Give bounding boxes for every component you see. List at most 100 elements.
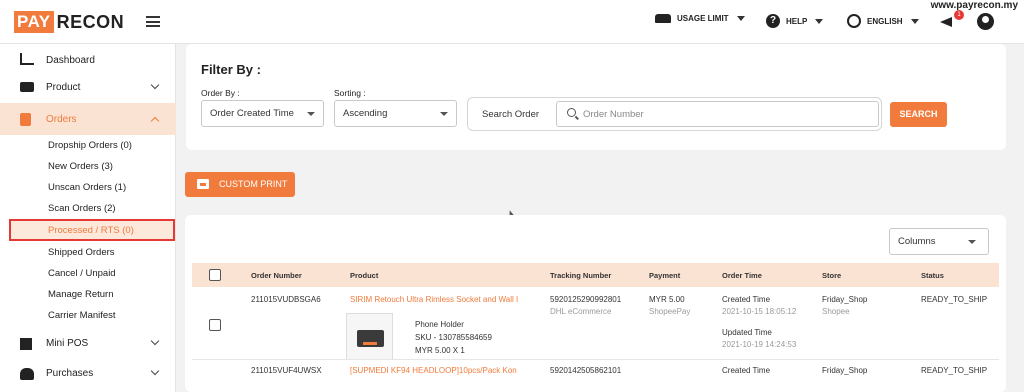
select-all-checkbox[interactable] <box>209 269 221 281</box>
col-order-number[interactable]: Order Number <box>251 271 302 280</box>
help-icon: ? <box>766 14 780 28</box>
caret-down-icon <box>307 112 315 116</box>
col-product[interactable]: Product <box>350 271 378 280</box>
product-title-link[interactable]: SIRIM Retouch Ultra Rimless Socket and W… <box>350 295 518 304</box>
sorting-select[interactable]: Ascending <box>334 100 457 127</box>
col-payment[interactable]: Payment <box>649 271 680 280</box>
sidebar-item-label: Mini POS <box>46 337 89 349</box>
product-thumbnail <box>346 313 393 360</box>
sidebar-item-product[interactable]: Product <box>0 71 176 103</box>
col-order-time[interactable]: Order Time <box>722 271 762 280</box>
sidebar-sub-carrier-manifest[interactable]: Carrier Manifest <box>48 310 116 321</box>
filter-panel: Filter By : Order By : Order Created Tim… <box>186 44 1006 150</box>
updated-time-label: Updated Time <box>722 328 772 337</box>
language-menu[interactable]: ENGLISH <box>847 14 919 28</box>
updated-time: 2021-10-19 14:24:53 <box>722 340 797 349</box>
usage-limit-menu[interactable]: USAGE LIMIT <box>655 14 745 23</box>
menu-toggle-icon[interactable] <box>146 16 160 27</box>
col-tracking-number[interactable]: Tracking Number <box>550 271 611 280</box>
custom-print-button[interactable]: CUSTOM PRINT <box>185 172 295 197</box>
order-by-select[interactable]: Order Created Time <box>201 100 324 127</box>
search-placeholder: Order Number <box>583 109 644 120</box>
search-icon <box>567 108 576 117</box>
sidebar-item-purchases[interactable]: Purchases <box>0 357 176 389</box>
columns-label: Columns <box>898 236 936 247</box>
order-number[interactable]: 211015VUDBSGA6 <box>251 295 321 304</box>
megaphone-icon <box>940 17 952 27</box>
globe-icon <box>847 14 861 28</box>
speedometer-icon <box>655 14 671 23</box>
logo-recon: RECON <box>56 11 125 32</box>
product-title-link[interactable]: [SUPMEDI KF94 HEADLOOP]10pcs/Pack Kon <box>350 366 517 375</box>
caret-down-icon <box>736 16 745 21</box>
table-header: Order Number Product Tracking Number Pay… <box>192 263 999 287</box>
created-time-label: Created Time <box>722 366 771 375</box>
product-name: Phone Holder <box>415 320 464 329</box>
product-price-qty: MYR 5.00 X 1 <box>415 346 465 355</box>
payment-amount: MYR 5.00 <box>649 295 685 304</box>
sidebar-sub-dropship-orders[interactable]: Dropship Orders (0) <box>48 140 132 151</box>
sidebar-sub-shipped-orders[interactable]: Shipped Orders <box>48 247 115 258</box>
order-number-search-input[interactable]: Order Number <box>556 101 879 127</box>
tracking-number[interactable]: 5920142505862101 <box>550 366 621 375</box>
sidebar-item-orders[interactable]: Orders <box>0 103 176 135</box>
store-name: Friday_Shop <box>822 295 868 304</box>
payrecon-logo[interactable]: PAY RECON <box>14 11 124 33</box>
store-platform: Shopee <box>822 307 850 316</box>
logo-pay: PAY <box>14 11 54 33</box>
printer-icon <box>197 179 209 189</box>
order-by-value: Order Created Time <box>210 108 294 119</box>
row-checkbox[interactable] <box>209 319 221 331</box>
order-number[interactable]: 211015VUF4UWSX <box>251 366 322 375</box>
chevron-down-icon <box>150 366 160 376</box>
created-time: 2021-10-15 18:05:12 <box>722 307 797 316</box>
col-status[interactable]: Status <box>921 271 944 280</box>
cash-register-icon <box>20 338 32 350</box>
payment-method: ShopeePay <box>649 307 691 316</box>
order-status: READY_TO_SHIP <box>921 366 988 375</box>
sidebar-sub-manage-return[interactable]: Manage Return <box>48 289 113 300</box>
order-status: READY_TO_SHIP <box>921 295 988 304</box>
box-icon <box>20 82 34 92</box>
columns-select[interactable]: Columns <box>889 228 989 255</box>
search-button[interactable]: SEARCH <box>890 102 947 127</box>
sorting-label: Sorting : <box>334 88 366 98</box>
search-order-label: Search Order <box>482 109 540 120</box>
sidebar-sub-cancel-unpaid[interactable]: Cancel / Unpaid <box>48 268 116 279</box>
chevron-down-icon <box>150 336 160 346</box>
sidebar-item-mini-pos[interactable]: Mini POS <box>0 327 176 359</box>
order-by-label: Order By : <box>201 88 240 98</box>
chevron-up-icon <box>150 116 160 126</box>
sidebar-item-label: Product <box>46 81 81 93</box>
sidebar-item-label: Purchases <box>46 367 94 379</box>
usage-limit-label: USAGE LIMIT <box>677 14 729 23</box>
caret-down-icon <box>910 18 919 24</box>
custom-print-label: CUSTOM PRINT <box>219 179 288 189</box>
col-store[interactable]: Store <box>822 271 841 280</box>
product-sku: SKU - 130785584659 <box>415 333 492 342</box>
user-account-icon[interactable] <box>977 13 994 30</box>
sidebar-sub-scan-orders[interactable]: Scan Orders (2) <box>48 203 116 214</box>
orders-table-panel: Columns Order Number Product Tracking Nu… <box>185 215 1006 392</box>
chevron-down-icon <box>150 80 160 90</box>
sidebar-sub-processed-rts[interactable]: Processed / RTS (0) <box>48 225 134 236</box>
caret-down-icon <box>440 112 448 116</box>
row-divider <box>192 359 999 360</box>
chart-line-icon <box>20 53 34 65</box>
store-name: Friday_Shop <box>822 366 868 375</box>
shopping-bag-icon <box>20 368 34 380</box>
product-image <box>357 330 384 347</box>
help-menu[interactable]: ? HELP <box>766 14 824 28</box>
language-label: ENGLISH <box>867 16 903 26</box>
sorting-value: Ascending <box>343 108 388 119</box>
sidebar-sub-unscan-orders[interactable]: Unscan Orders (1) <box>48 182 126 193</box>
sidebar-item-label: Orders <box>46 113 77 125</box>
help-label: HELP <box>786 16 808 26</box>
top-bar: PAY RECON www.payrecon.my USAGE LIMIT ? … <box>0 0 1024 44</box>
clipboard-icon <box>20 113 31 126</box>
tracking-number[interactable]: 5920125290992801 <box>550 295 621 304</box>
caret-down-icon <box>968 240 976 244</box>
search-order-group: Search Order Order Number <box>467 97 882 131</box>
sidebar-sub-new-orders[interactable]: New Orders (3) <box>48 161 113 172</box>
created-time-label: Created Time <box>722 295 771 304</box>
